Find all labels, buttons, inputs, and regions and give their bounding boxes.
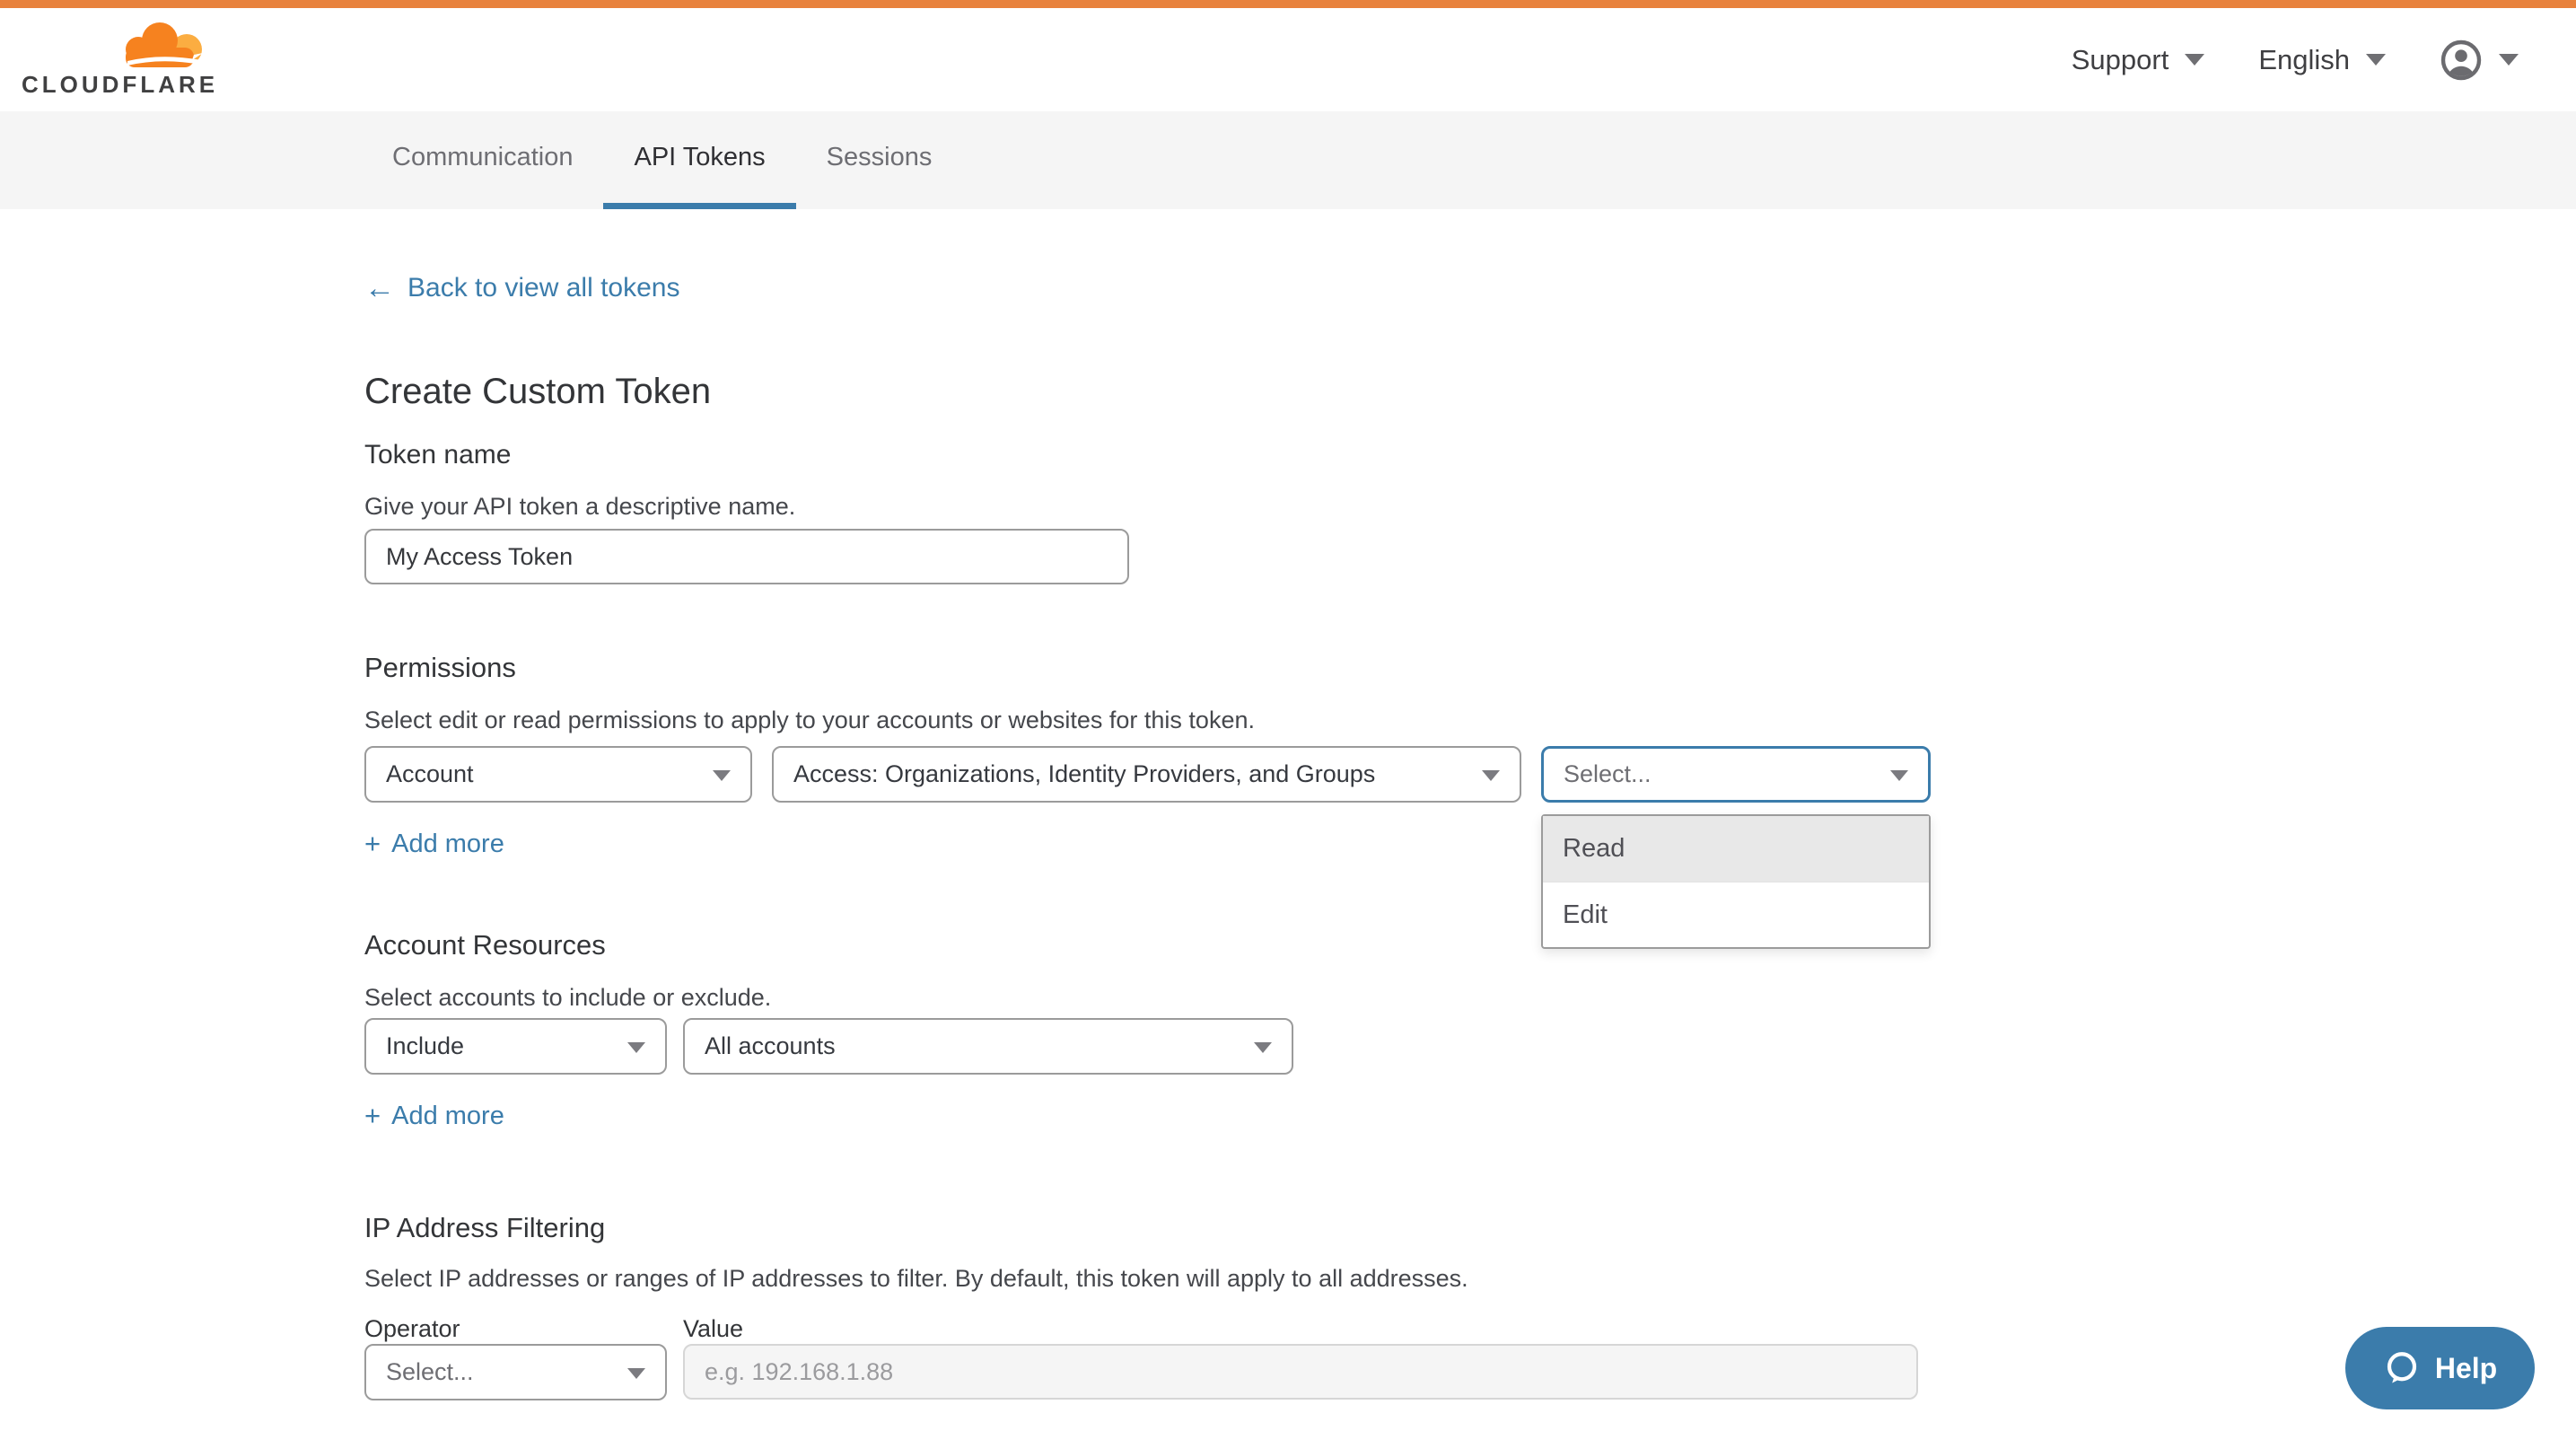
cloudflare-cloud-icon	[115, 21, 208, 69]
menu-option-edit[interactable]: Edit	[1543, 882, 1929, 947]
main-content: ← Back to view all tokens Create Custom …	[0, 209, 1975, 1400]
help-button-label: Help	[2435, 1352, 2497, 1385]
token-name-heading: Token name	[364, 439, 1975, 471]
tab-communication[interactable]: Communication	[362, 111, 603, 209]
access-level-dropdown: Select... Read Edit	[1541, 746, 1931, 803]
ip-filtering-description: Select IP addresses or ranges of IP addr…	[364, 1263, 1975, 1294]
operator-value: Select...	[386, 1358, 474, 1386]
tab-sessions[interactable]: Sessions	[796, 111, 963, 209]
language-label: English	[2258, 44, 2350, 76]
ip-value-input[interactable]	[683, 1344, 1918, 1400]
permissions-heading: Permissions	[364, 651, 1975, 685]
access-level-menu: Read Edit	[1541, 814, 1931, 949]
ip-filtering-heading: IP Address Filtering	[364, 1211, 1975, 1245]
chevron-down-icon	[627, 1042, 645, 1053]
ip-filtering-labels: Operator Value	[364, 1313, 1975, 1344]
header: CLOUDFLARE Support English	[0, 8, 2576, 111]
chevron-down-icon	[627, 1368, 645, 1379]
permission-scope-value: Account	[386, 760, 474, 788]
back-to-tokens-link[interactable]: ← Back to view all tokens	[364, 272, 1975, 304]
permission-group-value: Access: Organizations, Identity Provider…	[793, 760, 1375, 788]
permission-group-select[interactable]: Access: Organizations, Identity Provider…	[772, 746, 1521, 803]
support-menu[interactable]: Support	[2072, 44, 2205, 76]
permission-scope-select[interactable]: Account	[364, 746, 752, 803]
access-level-value: Select...	[1564, 760, 1652, 788]
account-resources-add-more-link[interactable]: + Add more	[364, 1100, 504, 1132]
chevron-down-icon	[2185, 54, 2204, 66]
logo-wordmark: CLOUDFLARE	[22, 71, 218, 99]
tab-api-tokens[interactable]: API Tokens	[603, 111, 795, 209]
accounts-value: All accounts	[705, 1032, 836, 1060]
page-title: Create Custom Token	[364, 371, 1975, 412]
operator-select[interactable]: Select...	[364, 1344, 667, 1400]
top-accent-bar	[0, 0, 2576, 8]
account-resources-row: Include All accounts	[364, 1018, 1975, 1075]
header-actions: Support English	[2072, 39, 2519, 82]
account-resources-description: Select accounts to include or exclude.	[364, 982, 1975, 1013]
left-arrow-icon: ←	[364, 272, 395, 304]
user-menu[interactable]	[2440, 39, 2519, 82]
add-more-label: Add more	[391, 1100, 504, 1132]
value-label: Value	[683, 1313, 743, 1344]
permissions-row: Account Access: Organizations, Identity …	[364, 746, 1975, 803]
operator-label: Operator	[364, 1313, 667, 1344]
user-avatar-icon	[2440, 39, 2483, 82]
include-exclude-select[interactable]: Include	[364, 1018, 667, 1075]
ip-filtering-row: Select...	[364, 1344, 1975, 1400]
menu-option-read[interactable]: Read	[1543, 816, 1929, 882]
tab-bar: Communication API Tokens Sessions	[0, 111, 2576, 209]
chevron-down-icon	[1254, 1042, 1272, 1053]
chevron-down-icon	[2366, 54, 2386, 66]
plus-icon: +	[364, 828, 381, 860]
chevron-down-icon	[2499, 54, 2519, 66]
add-more-label: Add more	[391, 828, 504, 860]
chevron-down-icon	[713, 770, 731, 781]
back-link-label: Back to view all tokens	[407, 272, 679, 304]
help-button[interactable]: Help	[2345, 1327, 2535, 1409]
accounts-select[interactable]: All accounts	[683, 1018, 1293, 1075]
support-label: Support	[2072, 44, 2169, 76]
permissions-add-more-link[interactable]: + Add more	[364, 828, 504, 860]
chevron-down-icon	[1482, 770, 1500, 781]
plus-icon: +	[364, 1100, 381, 1132]
access-level-select[interactable]: Select...	[1541, 746, 1931, 803]
speech-bubble-icon	[2383, 1349, 2421, 1387]
token-name-input[interactable]	[364, 529, 1129, 584]
permissions-description: Select edit or read permissions to apply…	[364, 705, 1975, 735]
cloudflare-logo[interactable]: CLOUDFLARE	[22, 21, 218, 99]
include-exclude-value: Include	[386, 1032, 464, 1060]
chevron-down-icon	[1890, 770, 1908, 781]
token-name-description: Give your API token a descriptive name.	[364, 491, 1975, 522]
language-menu[interactable]: English	[2258, 44, 2386, 76]
